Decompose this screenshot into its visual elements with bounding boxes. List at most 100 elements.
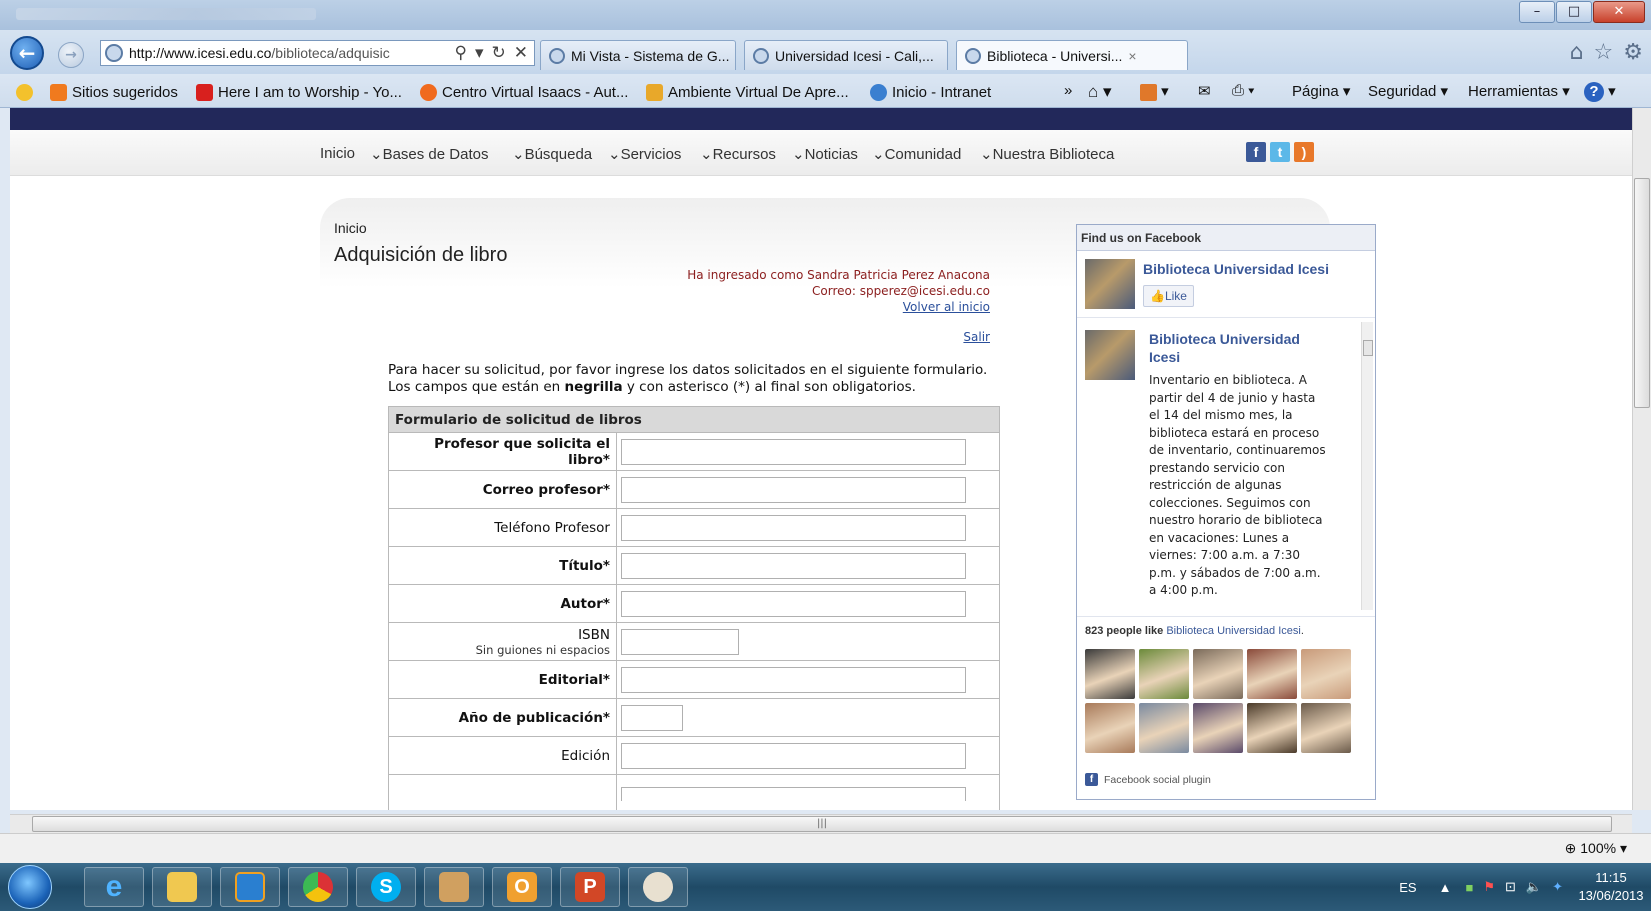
favorite-centro-virtual[interactable]: Centro Virtual Isaacs - Aut... xyxy=(420,82,628,102)
taskbar-paint[interactable] xyxy=(628,867,688,907)
menu-busqueda[interactable]: ⌄Búsqueda xyxy=(512,145,592,163)
close-tab-icon[interactable]: × xyxy=(1128,48,1136,64)
book-title-input[interactable] xyxy=(621,552,966,579)
action-center-icon[interactable]: ⚑ xyxy=(1483,879,1495,895)
scrollbar-thumb[interactable] xyxy=(1363,340,1373,356)
menu-inicio[interactable]: Inicio xyxy=(320,145,355,162)
search-icon[interactable]: ⚲ xyxy=(455,43,467,63)
facebook-stream[interactable]: Biblioteca Universidad Icesi Inventario … xyxy=(1077,317,1375,617)
zoom-level[interactable]: ⊕ 100% ▾ xyxy=(1565,840,1627,857)
mail-icon[interactable]: ✉ xyxy=(1198,82,1211,100)
next-row-select[interactable] xyxy=(621,786,966,801)
system-clock[interactable]: 11:15 13/06/2013 xyxy=(1571,869,1651,905)
home-command-icon[interactable]: ⌂ ▾ xyxy=(1088,82,1112,102)
volume-icon[interactable]: 🔈 xyxy=(1526,879,1542,895)
network-app-icon[interactable]: ■ xyxy=(1465,880,1473,895)
facebook-fan-avatar[interactable] xyxy=(1193,649,1243,699)
taskbar-media-player[interactable] xyxy=(220,867,280,907)
author-input[interactable] xyxy=(621,590,966,617)
taskbar-outlook[interactable]: O xyxy=(492,867,552,907)
facebook-fan-avatar[interactable] xyxy=(1301,703,1351,753)
taskbar-skype[interactable]: S xyxy=(356,867,416,907)
security-menu[interactable]: Seguridad ▾ xyxy=(1368,82,1448,100)
facebook-icon[interactable]: f xyxy=(1246,142,1266,162)
taskbar-explorer[interactable] xyxy=(152,867,212,907)
dropbox-icon[interactable]: ✦ xyxy=(1552,879,1563,895)
network-icon[interactable]: ⊡ xyxy=(1505,879,1516,895)
facebook-post-avatar[interactable] xyxy=(1085,330,1135,380)
favorites-star-icon[interactable]: ☆ xyxy=(1594,40,1614,65)
twitter-icon[interactable]: t xyxy=(1270,142,1290,162)
page-vertical-scrollbar[interactable] xyxy=(1632,108,1651,810)
menu-bases-de-datos[interactable]: ⌄Bases de Datos xyxy=(370,145,488,163)
publisher-input[interactable] xyxy=(621,666,966,693)
tab-universidad-icesi[interactable]: Universidad Icesi - Cali,... xyxy=(744,40,948,70)
back-to-home-link[interactable]: Volver al inicio xyxy=(903,300,990,314)
page-horizontal-scrollbar[interactable]: ||| xyxy=(10,814,1632,833)
facebook-page-avatar[interactable] xyxy=(1085,259,1135,309)
facebook-fan-avatar[interactable] xyxy=(1247,703,1297,753)
horizontal-scroll-thumb[interactable]: ||| xyxy=(32,816,1612,832)
back-button[interactable]: ← xyxy=(10,36,44,70)
menu-noticias[interactable]: ⌄Noticias xyxy=(792,145,858,163)
facebook-fan-avatar[interactable] xyxy=(1085,703,1135,753)
tools-menu[interactable]: Herramientas ▾ xyxy=(1468,82,1570,100)
professor-email-input[interactable] xyxy=(621,476,966,503)
edition-input[interactable] xyxy=(621,742,966,769)
maximize-button[interactable]: □ xyxy=(1556,1,1592,23)
address-bar[interactable]: http://www.icesi.edu.co/biblioteca/adqui… xyxy=(100,40,535,66)
professor-input[interactable] xyxy=(621,438,966,465)
isbn-input[interactable] xyxy=(621,628,739,655)
logout-link[interactable]: Salir xyxy=(963,330,990,344)
rss-icon[interactable]: ▾ xyxy=(1140,82,1169,101)
favorite-ambiente-virtual[interactable]: Ambiente Virtual De Apre... xyxy=(646,82,849,102)
home-icon[interactable]: ⌂ xyxy=(1570,40,1584,65)
start-button[interactable] xyxy=(8,865,52,909)
vertical-scroll-thumb[interactable] xyxy=(1634,178,1650,408)
favorite-intranet[interactable]: Inicio - Intranet xyxy=(870,82,991,102)
facebook-fan-avatar[interactable] xyxy=(1085,649,1135,699)
facebook-like-box: Find us on Facebook Biblioteca Universid… xyxy=(1076,224,1376,800)
facebook-page-name-link[interactable]: Biblioteca Universidad Icesi xyxy=(1143,261,1329,277)
taskbar-powerpoint[interactable]: P xyxy=(560,867,620,907)
facebook-fan-avatar[interactable] xyxy=(1247,649,1297,699)
taskbar-paint-app[interactable] xyxy=(424,867,484,907)
taskbar-chrome[interactable] xyxy=(288,867,348,907)
language-indicator[interactable]: ES xyxy=(1399,880,1416,895)
publication-year-label: Año de publicación* xyxy=(388,698,617,737)
facebook-fan-avatar[interactable] xyxy=(1301,649,1351,699)
facebook-likes-page-link[interactable]: Biblioteca Universidad Icesi xyxy=(1166,625,1301,637)
tab-biblioteca[interactable]: Biblioteca - Universi... × xyxy=(956,40,1188,70)
favorite-sitios-sugeridos[interactable]: Sitios sugeridos xyxy=(50,82,178,102)
tab-mi-vista[interactable]: Mi Vista - Sistema de G... xyxy=(540,40,736,70)
menu-nuestra-biblioteca[interactable]: ⌄Nuestra Biblioteca xyxy=(980,145,1114,163)
facebook-stream-scrollbar[interactable] xyxy=(1361,322,1373,610)
taskbar-internet-explorer[interactable]: e xyxy=(84,867,144,907)
refresh-icon[interactable]: ↻ xyxy=(492,43,506,63)
help-icon[interactable]: ? ▾ xyxy=(1584,82,1616,102)
breadcrumb[interactable]: Inicio xyxy=(334,220,367,236)
facebook-fan-avatar[interactable] xyxy=(1139,649,1189,699)
close-window-button[interactable]: ✕ xyxy=(1593,1,1645,23)
facebook-fan-avatar[interactable] xyxy=(1139,703,1189,753)
minimize-button[interactable]: – xyxy=(1519,1,1555,23)
gear-icon[interactable]: ⚙ xyxy=(1623,40,1643,65)
print-icon[interactable]: ⎙ ▾ xyxy=(1232,82,1254,99)
menu-servicios[interactable]: ⌄Servicios xyxy=(608,145,681,163)
stop-icon[interactable]: ✕ xyxy=(514,43,528,63)
menu-comunidad[interactable]: ⌄Comunidad xyxy=(872,145,961,163)
favorites-star-icon[interactable] xyxy=(16,82,38,102)
facebook-fan-avatar[interactable] xyxy=(1193,703,1243,753)
show-hidden-icons-icon[interactable]: ▲ xyxy=(1439,880,1452,895)
menu-recursos[interactable]: ⌄Recursos xyxy=(700,145,776,163)
forward-button[interactable]: → xyxy=(58,42,84,68)
rss-feed-icon[interactable]: ) xyxy=(1294,142,1314,162)
dropdown-arrow-icon[interactable]: ▾ xyxy=(475,43,484,63)
chevron-more-icon[interactable]: » xyxy=(1064,82,1072,99)
publication-year-input[interactable] xyxy=(621,704,683,731)
professor-phone-input[interactable] xyxy=(621,514,966,541)
page-menu[interactable]: Página ▾ xyxy=(1292,82,1350,100)
facebook-like-button[interactable]: 👍Like xyxy=(1143,285,1194,307)
favorite-here-i-am[interactable]: Here I am to Worship - Yo... xyxy=(196,82,402,102)
facebook-post-author-link[interactable]: Biblioteca Universidad Icesi xyxy=(1149,330,1309,366)
